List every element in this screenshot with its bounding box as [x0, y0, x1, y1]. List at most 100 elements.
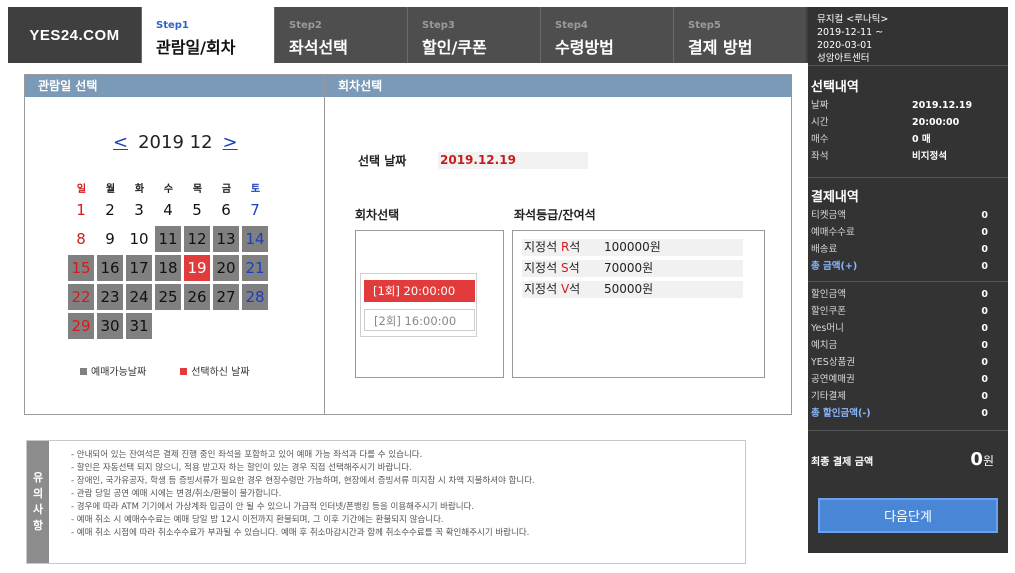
- calendar-day[interactable]: 15: [68, 255, 94, 281]
- legend-available: 예매가능날짜: [80, 363, 146, 378]
- notice-list: - 안내되어 있는 잔여석은 결제 진행 중인 좌석을 포함하고 있어 예매 가…: [71, 449, 535, 540]
- step-label: 할인/쿠폰: [422, 38, 487, 57]
- performance-end-date: 2020-03-01: [817, 40, 873, 51]
- payment-label: 할인쿠폰: [811, 306, 846, 317]
- booking-area: 관람일 선택 회차선택 < 2019 12 > 일월화수목금토 12345678…: [24, 74, 792, 415]
- calendar-day[interactable]: 16: [97, 255, 123, 281]
- next-step-button[interactable]: 다음단계: [818, 498, 998, 533]
- payment-row: 할인금액 0: [808, 286, 1008, 303]
- notice-box: 유의사항 - 안내되어 있는 잔여석은 결제 진행 중인 좌석을 포함하고 있어…: [26, 440, 746, 564]
- selection-value: 2019.12.19: [912, 100, 973, 111]
- calendar-day: 7: [250, 201, 260, 219]
- seat-grade-suffix: 석: [569, 282, 581, 296]
- payment-value: 0: [981, 244, 988, 255]
- calendar-day[interactable]: 12: [184, 226, 210, 252]
- yes24-logo[interactable]: YES24.COM: [8, 7, 141, 63]
- total-discount-row: 총 할인금액(-) 0: [808, 405, 1008, 422]
- legend-selected-swatch: [180, 368, 188, 375]
- session-option[interactable]: [2회] 16:00:00: [364, 309, 475, 331]
- calendar-day[interactable]: 20: [213, 255, 239, 281]
- calendar-day[interactable]: 11: [155, 226, 181, 252]
- step-tab-4[interactable]: Step4 수령방법: [540, 7, 673, 63]
- payment-label: 공연예매권: [811, 374, 855, 385]
- payment-value: 0: [981, 289, 988, 300]
- session-option[interactable]: [1회] 20:00:00: [364, 280, 475, 302]
- weekday-label: 목: [192, 184, 203, 195]
- step-tab-5[interactable]: Step5 결제 방법: [673, 7, 806, 63]
- selected-date-label: 선택 날짜: [358, 154, 407, 168]
- step-label: 수령방법: [555, 38, 614, 57]
- selection-value: 20:00:00: [912, 117, 960, 128]
- payment-value: 0: [981, 323, 988, 334]
- notice-tag-char: 유: [32, 471, 44, 484]
- final-payment-row: 최종 결제 금액 0원: [808, 449, 1008, 470]
- calendar-day[interactable]: 18: [155, 255, 181, 281]
- payment-row: YES상품권 0: [808, 354, 1008, 371]
- final-payment-label: 최종 결제 금액: [811, 457, 874, 468]
- calendar-day[interactable]: 17: [126, 255, 152, 281]
- payment-row: 기타결제 0: [808, 388, 1008, 405]
- notice-item: - 관람 당일 공연 예매 시에는 변경/취소/환불이 불가합니다.: [71, 489, 282, 499]
- calendar-day[interactable]: 19: [184, 255, 210, 281]
- calendar-day[interactable]: 23: [97, 284, 123, 310]
- calendar-day[interactable]: 27: [213, 284, 239, 310]
- calendar-day[interactable]: 29: [68, 313, 94, 339]
- performance-venue: 성암아트센터: [817, 53, 870, 64]
- seat-grade-letter: S: [560, 261, 569, 275]
- calendar-day[interactable]: 26: [184, 284, 210, 310]
- prev-month-button[interactable]: <: [113, 132, 128, 153]
- step-tab-1[interactable]: Step1 관람일/회차: [141, 7, 274, 63]
- calendar-day[interactable]: 22: [68, 284, 94, 310]
- step-bar: YES24.COM Step1 관람일/회차 Step2 좌석선택 Step3 할인/쿠폰…: [8, 7, 808, 63]
- calendar-day[interactable]: 28: [242, 284, 268, 310]
- step-tab-3[interactable]: Step3 할인/쿠폰: [407, 7, 540, 63]
- step-tab-2[interactable]: Step2 좌석선택: [274, 7, 407, 63]
- next-month-button[interactable]: >: [223, 132, 238, 153]
- seat-grade-suffix: 석: [569, 240, 581, 254]
- calendar-legend: 예매가능날짜 선택하신 날짜: [80, 363, 250, 378]
- notice-tag-char: 의: [32, 487, 44, 500]
- month-label: 2019 12: [138, 132, 213, 153]
- notice-item: - 예매 취소 시점에 따라 취소수수료가 부과될 수 있습니다. 예매 후 취…: [71, 528, 530, 538]
- calendar-day[interactable]: 30: [97, 313, 123, 339]
- payment-label: 기타결제: [811, 391, 846, 402]
- payment-value: 0: [981, 374, 988, 385]
- seat-grade-row: 지정석 R석 100000원: [522, 239, 743, 256]
- calendar-day[interactable]: 14: [242, 226, 268, 252]
- calendar-day[interactable]: 25: [155, 284, 181, 310]
- notice-item: - 경우에 따라 ATM 기기에서 가상계좌 입금이 안 될 수 있으니 가급적…: [71, 502, 475, 512]
- seat-grade-price: 50000원: [604, 282, 654, 296]
- step-label: 결제 방법: [688, 38, 753, 57]
- summary-panel: 뮤지컬 <루나틱> 2019-12-11 ~ 2020-03-01 성암아트센터…: [808, 7, 1008, 553]
- calendar-day: 6: [221, 201, 231, 219]
- step-number: Step1: [156, 20, 189, 31]
- notice-tag: 유의사항: [27, 441, 49, 563]
- weekday-label: 토: [250, 184, 261, 195]
- selection-value: 0 매: [912, 134, 931, 145]
- calendar-day: 9: [105, 230, 115, 248]
- legend-available-swatch: [80, 368, 87, 375]
- payment-row: 예치금 0: [808, 337, 1008, 354]
- calendar-day: 1: [76, 201, 86, 219]
- seat-grade-name: 지정석 S석: [522, 260, 604, 277]
- total-amount-row: 총 금액(+) 0: [808, 258, 1008, 275]
- payment-value: 0: [981, 391, 988, 402]
- seat-grade-row: 지정석 V석 50000원: [522, 281, 743, 298]
- calendar-day[interactable]: 13: [213, 226, 239, 252]
- calendar-day[interactable]: 24: [126, 284, 152, 310]
- total-amount-value: 0: [981, 261, 988, 272]
- step-number: Step5: [688, 20, 721, 31]
- step-number: Step3: [422, 20, 455, 31]
- calendar-day[interactable]: 31: [126, 313, 152, 339]
- weekday-label: 수: [163, 184, 174, 195]
- session-section-header: 회차선택: [325, 75, 792, 97]
- calendar-day: 4: [163, 201, 173, 219]
- calendar-day[interactable]: 21: [242, 255, 268, 281]
- selection-value: 비지정석: [912, 151, 947, 162]
- performance-start-date: 2019-12-11 ~: [817, 27, 884, 38]
- selection-label: 시간: [811, 117, 829, 128]
- seat-grade-list: 지정석 R석 100000원 지정석 S석 70000원 지정석 V석 50000원: [512, 230, 765, 378]
- payment-row: Yes머니 0: [808, 320, 1008, 337]
- total-discount-value: 0: [981, 408, 988, 419]
- payment-label: YES상품권: [811, 357, 856, 368]
